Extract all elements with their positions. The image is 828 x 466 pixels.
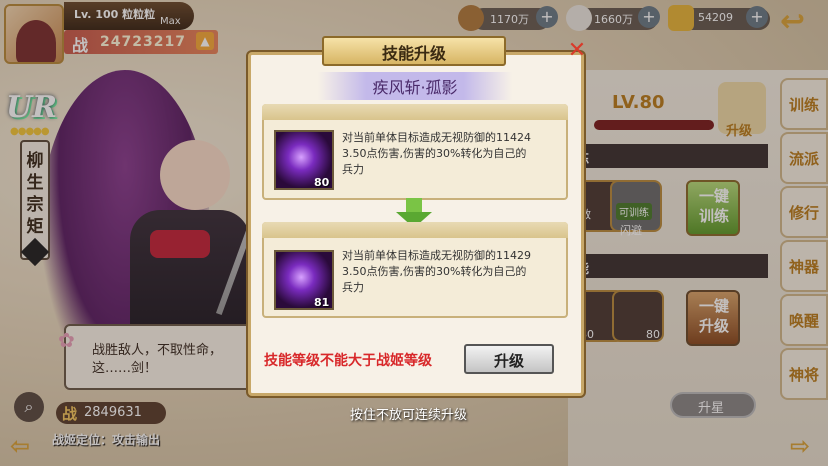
close-icon[interactable]: ✕ [566, 40, 588, 62]
upgrade-button-label: 升级 [493, 352, 524, 370]
hold-hint: 按住不放可连续升级 [350, 408, 468, 423]
skill-name: 疾风斩·孤影 [372, 78, 458, 97]
desc-line: 3.50点伤害,伤害的30%转化为自己的 [342, 147, 527, 160]
next-skill-level: 81 [314, 296, 330, 309]
desc-line: 对当前单体目标造成无视防御的11429 [342, 249, 531, 262]
desc-line: 兵力 [342, 281, 364, 294]
desc-line: 对当前单体目标造成无视防御的11424 [342, 131, 531, 144]
card-header [262, 104, 568, 120]
card-header [262, 222, 568, 238]
next-skill-desc: 对当前单体目标造成无视防御的11429 3.50点伤害,伤害的30%转化为自己的… [342, 248, 560, 296]
level-warning: 技能等级不能大于战姬等级 [264, 353, 432, 369]
current-skill-desc: 对当前单体目标造成无视防御的11424 3.50点伤害,伤害的30%转化为自己的… [342, 130, 560, 178]
desc-line: 3.50点伤害,伤害的30%转化为自己的 [342, 265, 527, 278]
modal-title: 技能升级 [381, 44, 446, 63]
desc-line: 兵力 [342, 163, 364, 176]
current-skill-level: 80 [314, 176, 330, 189]
